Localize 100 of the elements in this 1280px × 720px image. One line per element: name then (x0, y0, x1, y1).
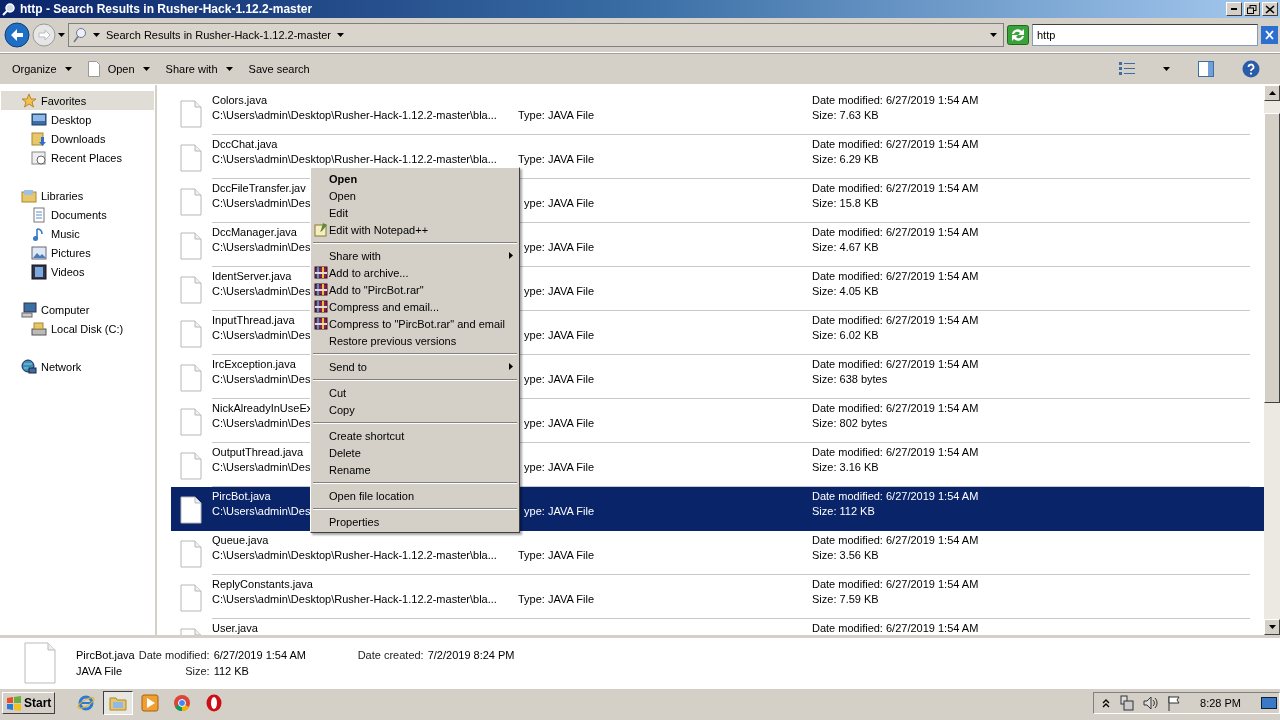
close-icon (1261, 26, 1278, 44)
menu-item[interactable]: Open (311, 170, 519, 187)
menu-item[interactable]: Delete (311, 444, 519, 461)
date-modified: Date modified: 6/27/2019 1:54 AM (812, 577, 979, 592)
restore-button[interactable] (1244, 2, 1260, 16)
show-desktop-icon[interactable] (1261, 694, 1277, 711)
submenu-arrow-icon (509, 252, 513, 259)
sidebar-item[interactable]: Pictures (1, 243, 154, 262)
scroll-up-icon (1268, 91, 1276, 95)
menu-item[interactable]: Copy (311, 401, 519, 418)
file-name: OutputThread.java (212, 445, 304, 460)
caret-icon (142, 67, 150, 71)
menu-item[interactable]: Share with (311, 247, 519, 264)
file-path: C:\Users\admin\Desktop\Rusher-Hack-1.12.2-master\bla... (212, 548, 497, 563)
address-field[interactable]: Search Results in Rusher-Hack-1.12.2-master (68, 23, 1004, 47)
menu-item[interactable]: Create shortcut (311, 427, 519, 444)
sidebar-item[interactable]: Videos (1, 262, 154, 281)
toolbar-button[interactable]: Open (79, 57, 158, 81)
file-type: Type: JAVA File (518, 592, 594, 607)
file-icon (180, 496, 202, 524)
opera-icon (205, 693, 224, 712)
sidebar-item[interactable]: Network (1, 357, 154, 376)
scroll-down-icon (1268, 625, 1276, 629)
menu-item[interactable]: Edit with Notepad++ (311, 221, 519, 238)
toolbar-button[interactable]: Save search (240, 57, 318, 81)
menu-item[interactable]: Compress to "PircBot.rar" and email (311, 315, 519, 332)
file-size: Size: 3.16 KB (812, 460, 879, 475)
archive-icon (314, 265, 328, 280)
caret-icon (225, 67, 233, 71)
date-modified: Date modified: 6/27/2019 1:54 AM (812, 93, 979, 108)
search-field[interactable]: http (1032, 24, 1258, 46)
file-name: Colors.java (212, 93, 268, 108)
caret-icon (58, 33, 65, 37)
file-icon (180, 276, 202, 304)
restore-icon (1247, 4, 1257, 14)
close-icon (1265, 4, 1275, 14)
sidebar-item[interactable]: Desktop (1, 110, 154, 129)
menu-item[interactable]: Cut (311, 384, 519, 401)
submenu-arrow-icon (509, 363, 513, 370)
toolbar-button[interactable]: Organize (4, 57, 80, 81)
file-size: Size: 7.59 KB (812, 592, 879, 607)
menu-item[interactable]: Restore previous versions (311, 332, 519, 349)
sidebar-item[interactable]: Documents (1, 205, 154, 224)
menu-item[interactable]: Compress and email... (311, 298, 519, 315)
file-size: Size: 15.8 KB (812, 196, 879, 211)
archive-icon (314, 316, 328, 331)
flag-icon (1166, 694, 1183, 711)
toolbar-button[interactable]: Share with (157, 57, 241, 81)
sidebar-item[interactable]: Libraries (1, 186, 154, 205)
file-icon (24, 642, 56, 684)
recent-icon (31, 149, 47, 166)
menu-item[interactable]: Send to (311, 358, 519, 375)
close-button[interactable] (1262, 2, 1278, 16)
menu-item[interactable]: Open (311, 187, 519, 204)
date-modified: Date modified: 6/27/2019 1:54 AM (812, 313, 979, 328)
file-name: IdentServer.java (212, 269, 292, 284)
date-modified: Date modified: 6/27/2019 1:54 AM (812, 621, 979, 635)
file-icon (180, 144, 202, 172)
date-modified: Date modified: 6/27/2019 1:54 AM (812, 401, 979, 416)
refresh-button[interactable] (1007, 25, 1029, 45)
file-name: IrcException.java (212, 357, 296, 372)
file-row[interactable]: ReplyConstants.java C:\Users\admin\Desktop\Rusher-Hack-1.12.2-master\bla... Type: JAVA File Date modified: 6/27/2019 1:54 AM Size: 7.59 KB (171, 575, 1264, 619)
sidebar-item[interactable]: Local Disk (C:) (1, 319, 154, 338)
file-row[interactable]: Queue.java C:\Users\admin\Desktop\Rusher-Hack-1.12.2-master\bla... Type: JAVA File Date modified: 6/27/2019 1:54 AM Size: 3.56 KB (171, 531, 1264, 575)
file-icon (180, 100, 202, 128)
breadcrumb[interactable]: Search Results in Rusher-Hack-1.12.2-master (106, 29, 331, 41)
help-icon (1242, 60, 1260, 78)
sidebar-item[interactable]: Recent Places (1, 148, 154, 167)
caret-icon (1163, 67, 1170, 71)
menu-item[interactable]: Properties (311, 513, 519, 530)
menu-item[interactable]: Add to "PircBot.rar" (311, 281, 519, 298)
file-type: Type: JAVA File (518, 548, 594, 563)
detail-title: PircBot.java (76, 649, 135, 661)
chrome-icon (173, 693, 192, 712)
play-icon (141, 693, 160, 712)
file-row[interactable]: Colors.java C:\Users\admin\Desktop\Rusher-Hack-1.12.2-master\bla... Type: JAVA File Date modified: 6/27/2019 1:54 AM Size: 7.63 KB (171, 91, 1264, 135)
speaker-icon (1142, 694, 1159, 711)
menu-item[interactable]: Open file location (311, 487, 519, 504)
file-path: C:\Users\admin\Desktop\Rusher-Hack-1.12.2-master\bla... (212, 592, 497, 607)
sidebar-item[interactable]: Downloads (1, 129, 154, 148)
menu-item[interactable]: Rename (311, 461, 519, 478)
notepad-icon (314, 222, 328, 237)
back-button[interactable] (4, 22, 30, 48)
clear-search-button[interactable] (1261, 26, 1278, 44)
sidebar-item[interactable]: Music (1, 224, 154, 243)
date-modified: Date modified: 6/27/2019 1:54 AM (812, 181, 979, 196)
date-modified: Date modified: 6/27/2019 1:54 AM (812, 533, 979, 548)
taskbar-app[interactable] (103, 690, 134, 715)
menu-item[interactable]: Edit (311, 204, 519, 221)
document-icon (87, 61, 100, 77)
start-button[interactable]: Start (2, 691, 56, 714)
history-dropdown[interactable] (58, 33, 65, 37)
sidebar-item[interactable]: Favorites (1, 91, 154, 110)
caret-icon (64, 67, 72, 71)
minimize-button[interactable] (1226, 2, 1242, 16)
menu-item[interactable]: Add to archive... (311, 264, 519, 281)
file-size: Size: 4.67 KB (812, 240, 879, 255)
scrollbar[interactable] (1264, 85, 1280, 635)
sidebar-item[interactable]: Computer (1, 300, 154, 319)
file-path: C:\Users\admin\Des (212, 284, 311, 299)
